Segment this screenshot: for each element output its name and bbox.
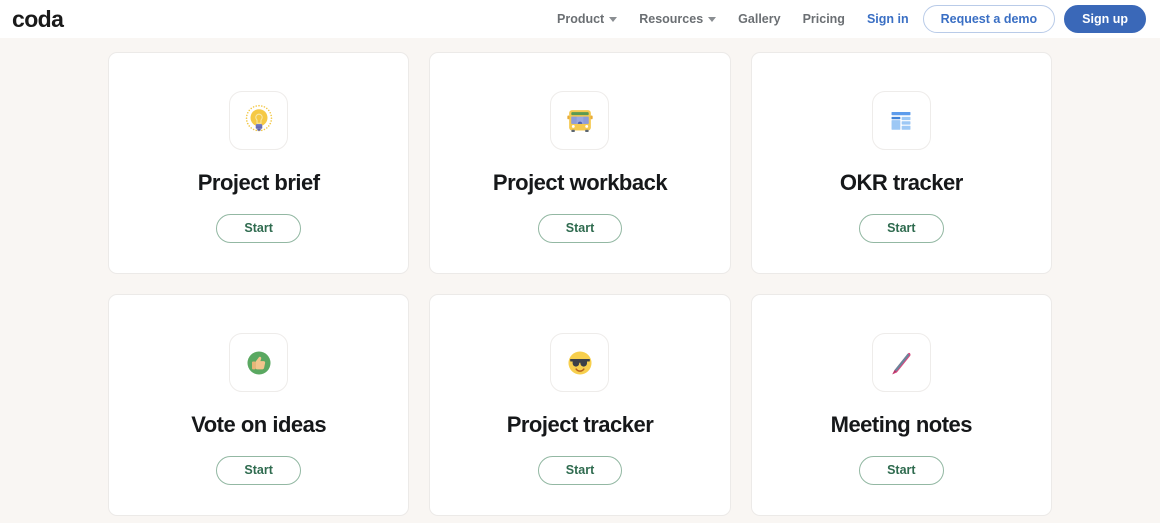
template-card-title: Vote on ideas <box>191 412 327 437</box>
start-button[interactable]: Start <box>537 214 623 243</box>
chevron-down-icon <box>708 17 717 22</box>
nav-link-label: Resources <box>639 11 704 26</box>
template-card-title: Meeting notes <box>830 412 973 437</box>
request-a-demo-button[interactable]: Request a demo <box>922 4 1056 34</box>
chevron-down-icon <box>609 17 618 22</box>
site-header: coda Product Resources Gallery Pricing Sign … <box>0 0 1160 38</box>
start-button[interactable]: Start <box>216 214 301 243</box>
template-card[interactable]: Project tracker Start <box>429 294 731 516</box>
thumbs-up-icon <box>229 333 289 392</box>
template-card[interactable]: OKR tracker Start <box>750 52 1052 274</box>
sign-in-link[interactable]: Sign in <box>856 13 923 26</box>
school-bus-icon <box>550 91 610 150</box>
start-button[interactable]: Start <box>859 214 944 243</box>
nav-resources[interactable]: Resources <box>628 13 727 26</box>
nav-product[interactable]: Product <box>546 13 628 26</box>
primary-nav: Product Resources Gallery Pricing Sign in Req… <box>546 4 1146 34</box>
template-card[interactable]: Meeting notes Start <box>750 294 1052 516</box>
nav-gallery[interactable]: Gallery <box>727 13 791 26</box>
template-card-title: Project brief <box>197 170 320 195</box>
coda-logo[interactable]: coda <box>12 7 64 31</box>
template-card[interactable]: Vote on ideas Start <box>108 294 410 516</box>
light-bulb-icon <box>229 91 289 150</box>
template-card-title: Project tracker <box>506 412 654 437</box>
start-button[interactable]: Start <box>859 456 944 485</box>
template-card[interactable]: Project workback Start <box>429 52 731 274</box>
nav-pricing[interactable]: Pricing <box>792 13 856 26</box>
start-button[interactable]: Start <box>537 456 623 485</box>
template-card-title: Project workback <box>492 170 668 195</box>
template-card-grid: Project brief Start Project workback Start O… <box>0 38 1160 516</box>
smiling-face-with-sunglasses-icon <box>550 333 610 392</box>
nav-link-label: Gallery <box>738 11 781 26</box>
nav-link-label: Product <box>557 11 605 26</box>
sign-up-button[interactable]: Sign up <box>1064 4 1146 34</box>
template-card-title: OKR tracker <box>839 170 963 195</box>
template-card[interactable]: Project brief Start <box>108 52 410 274</box>
layout-grid-icon <box>871 91 931 150</box>
nav-link-label: Pricing <box>802 11 845 26</box>
start-button[interactable]: Start <box>216 456 301 485</box>
pen-icon <box>871 333 931 392</box>
